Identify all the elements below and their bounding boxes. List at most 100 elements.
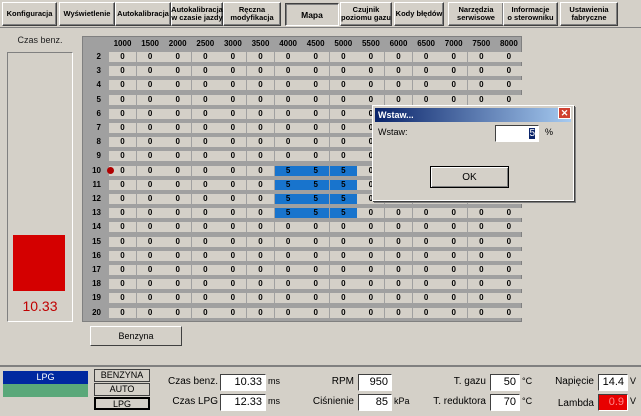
map-cell[interactable]: 0 bbox=[274, 52, 302, 62]
map-cell[interactable]: 0 bbox=[136, 108, 164, 119]
map-cell[interactable]: 0 bbox=[247, 194, 274, 204]
map-cell[interactable]: 5 bbox=[302, 194, 330, 204]
map-cell[interactable]: 0 bbox=[191, 250, 219, 261]
map-cell[interactable]: 0 bbox=[109, 179, 136, 190]
map-cell[interactable]: 5 bbox=[274, 179, 302, 190]
map-cell[interactable]: 5 bbox=[329, 208, 357, 219]
map-cell[interactable]: 0 bbox=[302, 265, 330, 275]
map-cell[interactable]: 0 bbox=[440, 250, 468, 261]
map-cell[interactable]: 0 bbox=[164, 179, 192, 190]
map-cell[interactable]: 0 bbox=[191, 123, 219, 133]
percent-input[interactable]: 5 bbox=[495, 125, 539, 142]
map-cell[interactable]: 0 bbox=[357, 52, 385, 62]
tab-konfiguracja[interactable]: Konfiguracja bbox=[2, 2, 57, 26]
map-cell[interactable]: 0 bbox=[274, 293, 302, 304]
map-cell[interactable]: 0 bbox=[136, 165, 164, 176]
map-cell[interactable]: 5 bbox=[274, 208, 302, 219]
fuel-mode-benzyna[interactable]: BENZYNA bbox=[94, 369, 150, 382]
map-cell[interactable]: 0 bbox=[219, 222, 247, 233]
map-cell[interactable]: 5 bbox=[329, 165, 357, 176]
map-cell[interactable]: 0 bbox=[247, 94, 274, 105]
map-cell[interactable]: 0 bbox=[109, 222, 136, 233]
map-cell[interactable]: 0 bbox=[219, 279, 247, 290]
map-cell[interactable]: 0 bbox=[329, 236, 357, 247]
map-cell[interactable]: 0 bbox=[109, 52, 136, 62]
map-cell[interactable]: 0 bbox=[109, 208, 136, 219]
map-cell[interactable]: 0 bbox=[247, 66, 274, 77]
map-cell[interactable]: 0 bbox=[191, 137, 219, 148]
map-cell[interactable]: 0 bbox=[164, 94, 192, 105]
map-cell[interactable]: 0 bbox=[329, 307, 357, 318]
map-cell[interactable]: 0 bbox=[357, 222, 385, 233]
map-cell[interactable]: 0 bbox=[136, 250, 164, 261]
map-cell[interactable]: 0 bbox=[219, 123, 247, 133]
map-cell[interactable]: 0 bbox=[164, 194, 192, 204]
map-cell[interactable]: 0 bbox=[219, 194, 247, 204]
map-cell[interactable]: 0 bbox=[329, 137, 357, 148]
map-cell[interactable]: 0 bbox=[219, 108, 247, 119]
map-cell[interactable]: 0 bbox=[495, 279, 523, 290]
map-cell[interactable]: 0 bbox=[136, 293, 164, 304]
map-cell[interactable]: 0 bbox=[109, 265, 136, 275]
map-cell[interactable]: 0 bbox=[164, 279, 192, 290]
map-cell[interactable]: 5 bbox=[329, 194, 357, 204]
map-cell[interactable]: 0 bbox=[274, 250, 302, 261]
map-cell[interactable]: 0 bbox=[136, 222, 164, 233]
map-cell[interactable]: 0 bbox=[136, 66, 164, 77]
map-cell[interactable]: 0 bbox=[247, 279, 274, 290]
map-cell[interactable]: 0 bbox=[440, 307, 468, 318]
map-cell[interactable]: 0 bbox=[191, 80, 219, 91]
map-cell[interactable]: 5 bbox=[302, 208, 330, 219]
map-cell[interactable]: 0 bbox=[495, 80, 523, 91]
map-cell[interactable]: 0 bbox=[191, 52, 219, 62]
map-cell[interactable]: 0 bbox=[247, 52, 274, 62]
map-cell[interactable]: 0 bbox=[109, 293, 136, 304]
map-cell[interactable]: 0 bbox=[109, 123, 136, 133]
map-cell[interactable]: 0 bbox=[385, 265, 412, 275]
map-cell[interactable]: 0 bbox=[136, 94, 164, 105]
map-cell[interactable]: 0 bbox=[412, 307, 440, 318]
map-cell[interactable]: 0 bbox=[274, 108, 302, 119]
map-cell[interactable]: 0 bbox=[191, 66, 219, 77]
map-cell[interactable]: 0 bbox=[412, 94, 440, 105]
map-cell[interactable]: 0 bbox=[357, 279, 385, 290]
map-cell[interactable]: 0 bbox=[467, 279, 495, 290]
map-cell[interactable]: 0 bbox=[329, 80, 357, 91]
map-cell[interactable]: 0 bbox=[164, 250, 192, 261]
map-cell[interactable]: 0 bbox=[164, 66, 192, 77]
map-cell[interactable]: 0 bbox=[247, 80, 274, 91]
map-cell[interactable]: 0 bbox=[191, 179, 219, 190]
map-cell[interactable]: 0 bbox=[495, 222, 523, 233]
map-cell[interactable]: 0 bbox=[440, 94, 468, 105]
map-cell[interactable]: 0 bbox=[136, 123, 164, 133]
map-cell[interactable]: 0 bbox=[274, 279, 302, 290]
map-cell[interactable]: 0 bbox=[247, 179, 274, 190]
map-cell[interactable]: 0 bbox=[274, 151, 302, 162]
map-cell[interactable]: 0 bbox=[357, 265, 385, 275]
map-cell[interactable]: 0 bbox=[136, 236, 164, 247]
map-cell[interactable]: 0 bbox=[302, 279, 330, 290]
map-cell[interactable]: 0 bbox=[495, 236, 523, 247]
map-cell[interactable]: 0 bbox=[136, 151, 164, 162]
map-cell[interactable]: 0 bbox=[164, 307, 192, 318]
map-cell[interactable]: 0 bbox=[247, 307, 274, 318]
map-cell[interactable]: 0 bbox=[191, 208, 219, 219]
map-cell[interactable]: 0 bbox=[329, 250, 357, 261]
map-cell[interactable]: 0 bbox=[191, 108, 219, 119]
map-cell[interactable]: 0 bbox=[136, 137, 164, 148]
tab-autokalibracja-w-czasie-jazdy[interactable]: Autokalibracja w czasie jazdy bbox=[171, 2, 223, 26]
map-cell[interactable]: 0 bbox=[136, 208, 164, 219]
map-cell[interactable]: 0 bbox=[164, 80, 192, 91]
map-cell[interactable]: 0 bbox=[412, 222, 440, 233]
map-cell[interactable]: 0 bbox=[357, 293, 385, 304]
map-cell[interactable]: 0 bbox=[302, 123, 330, 133]
map-cell[interactable]: 0 bbox=[385, 66, 412, 77]
map-cell[interactable]: 0 bbox=[136, 194, 164, 204]
map-cell[interactable]: 0 bbox=[329, 222, 357, 233]
map-cell[interactable]: 0 bbox=[412, 250, 440, 261]
map-cell[interactable]: 0 bbox=[440, 279, 468, 290]
map-cell[interactable]: 0 bbox=[219, 52, 247, 62]
map-cell[interactable]: 0 bbox=[412, 66, 440, 77]
map-cell[interactable]: 0 bbox=[495, 208, 523, 219]
map-cell[interactable]: 0 bbox=[191, 307, 219, 318]
